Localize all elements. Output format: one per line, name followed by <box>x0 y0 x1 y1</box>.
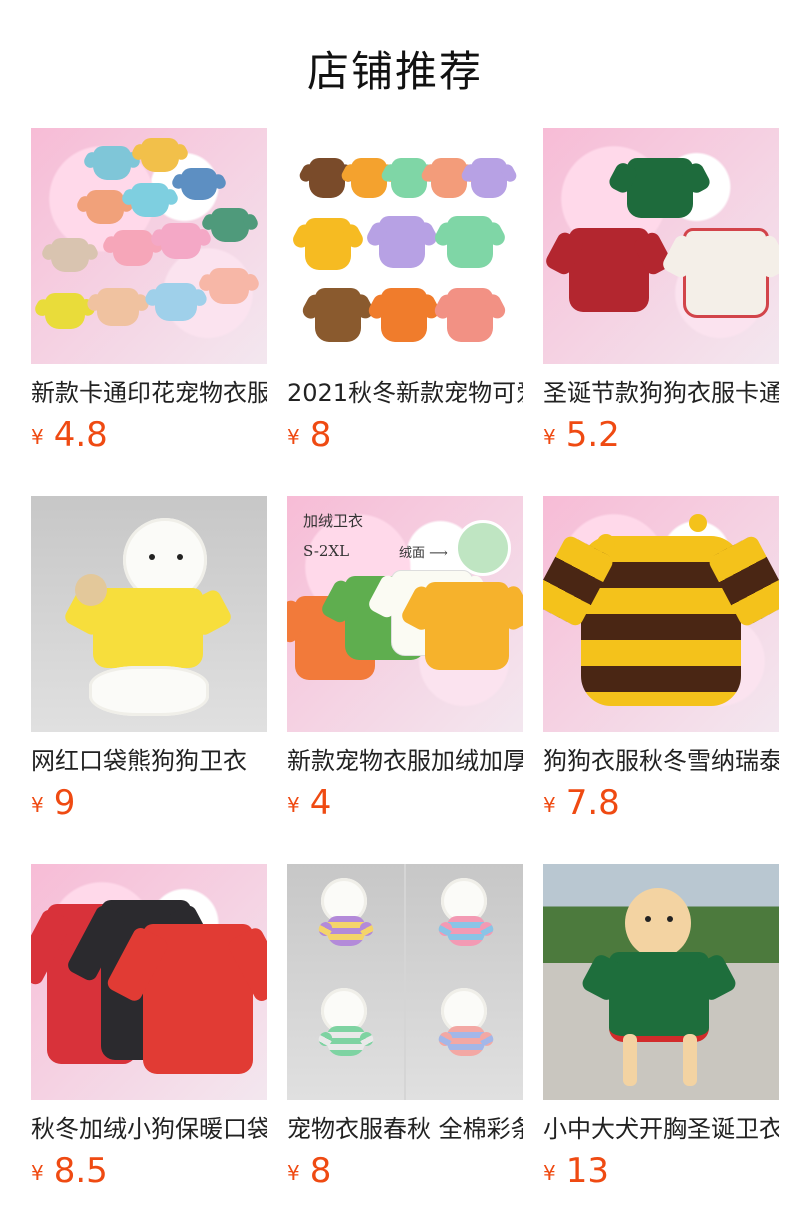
product-name[interactable]: 圣诞节款狗狗衣服卡通 <box>543 376 779 410</box>
image-caption: 加绒卫衣 <box>303 512 364 530</box>
price-value: 7.8 <box>565 783 620 823</box>
product-image[interactable] <box>31 864 267 1100</box>
product-card[interactable]: 新款卡通印花宠物衣服 ¥4.8 <box>31 128 267 455</box>
product-image[interactable] <box>543 128 779 364</box>
product-price: ¥13 <box>543 1151 779 1191</box>
product-card[interactable]: 圣诞节款狗狗衣服卡通 ¥5.2 <box>543 128 779 455</box>
price-value: 8 <box>309 1151 332 1191</box>
product-image[interactable] <box>543 496 779 732</box>
product-card[interactable]: 网红口袋熊狗狗卫衣 ¥9 <box>31 496 267 823</box>
product-price: ¥9 <box>31 783 267 823</box>
product-name[interactable]: 狗狗衣服秋冬雪纳瑞泰 <box>543 744 779 778</box>
product-card[interactable]: 小中大犬开胸圣诞卫衣 ¥13 <box>543 864 779 1191</box>
product-name[interactable]: 新款宠物衣服加绒加厚 <box>287 744 523 778</box>
product-card[interactable]: 2021秋冬新款宠物可爱 ¥8 <box>287 128 523 455</box>
currency-symbol: ¥ <box>543 1161 556 1185</box>
product-name[interactable]: 小中大犬开胸圣诞卫衣 <box>543 1112 779 1146</box>
currency-symbol: ¥ <box>287 793 300 817</box>
currency-symbol: ¥ <box>287 1161 300 1185</box>
price-value: 13 <box>565 1151 609 1191</box>
product-price: ¥4 <box>287 783 523 823</box>
image-caption: 绒面 ⟶ <box>399 546 448 561</box>
product-price: ¥8 <box>287 1151 523 1191</box>
price-value: 4.8 <box>53 415 108 455</box>
price-value: 9 <box>53 783 76 823</box>
product-image[interactable] <box>287 864 523 1100</box>
product-image[interactable] <box>31 128 267 364</box>
product-image[interactable] <box>31 496 267 732</box>
product-price: ¥7.8 <box>543 783 779 823</box>
product-card[interactable]: 宠物衣服春秋 全棉彩条 ¥8 <box>287 864 523 1191</box>
currency-symbol: ¥ <box>31 793 44 817</box>
product-name[interactable]: 新款卡通印花宠物衣服 <box>31 376 267 410</box>
price-value: 5.2 <box>565 415 620 455</box>
product-price: ¥4.8 <box>31 415 267 455</box>
product-card[interactable]: 加绒卫衣 S-2XL 绒面 ⟶ 新款宠物衣服加绒加厚 ¥4 <box>287 496 523 823</box>
currency-symbol: ¥ <box>31 1161 44 1185</box>
product-price: ¥8.5 <box>31 1151 267 1191</box>
product-price: ¥5.2 <box>543 415 779 455</box>
product-image[interactable] <box>287 128 523 364</box>
page-title: 店铺推荐 <box>306 47 483 96</box>
image-caption: S-2XL <box>303 542 350 560</box>
product-price: ¥8 <box>287 415 523 455</box>
price-value: 8 <box>309 415 332 455</box>
currency-symbol: ¥ <box>287 425 300 449</box>
price-value: 8.5 <box>53 1151 108 1191</box>
product-name[interactable]: 宠物衣服春秋 全棉彩条 <box>287 1112 523 1146</box>
product-image[interactable]: 加绒卫衣 S-2XL 绒面 ⟶ <box>287 496 523 732</box>
currency-symbol: ¥ <box>31 425 44 449</box>
product-card[interactable]: 狗狗衣服秋冬雪纳瑞泰 ¥7.8 <box>543 496 779 823</box>
product-name[interactable]: 2021秋冬新款宠物可爱 <box>287 376 523 410</box>
currency-symbol: ¥ <box>543 425 556 449</box>
price-value: 4 <box>309 783 332 823</box>
product-image[interactable] <box>543 864 779 1100</box>
product-name[interactable]: 秋冬加绒小狗保暖口袋 <box>31 1112 267 1146</box>
currency-symbol: ¥ <box>543 793 556 817</box>
product-name[interactable]: 网红口袋熊狗狗卫衣 <box>31 744 267 778</box>
product-card[interactable]: 秋冬加绒小狗保暖口袋 ¥8.5 <box>31 864 267 1191</box>
